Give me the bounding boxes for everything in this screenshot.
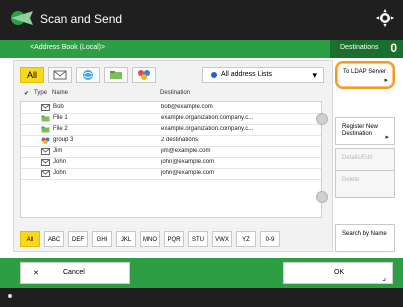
delete-button[interactable]: Delete [335,170,395,198]
corner-arrow-icon: ⌟ [382,273,386,282]
row-name: Jim [53,148,63,154]
address-list-select-value: All address Lists [221,71,272,78]
header-name[interactable]: Name [52,90,68,96]
table-header: ✔ Type Name Destination [20,88,320,100]
folder-icon [110,71,122,79]
alpha-def[interactable]: DEF [68,231,88,247]
alpha-0-9[interactable]: 0-9 [260,231,280,247]
email-icon [41,159,50,166]
status-bar [0,288,403,307]
app-title: Scan and Send [40,12,123,26]
row-destination: jim@example.com [161,148,211,154]
scrollbar[interactable] [316,101,328,216]
row-name: Bob [53,104,64,110]
row-name: John [53,159,67,165]
alpha-stu[interactable]: STU [188,231,208,247]
row-destination: 2 destinations [161,137,199,143]
list-indicator [211,72,217,78]
tab-all[interactable]: All [20,67,44,83]
address-list-select[interactable]: All address Lists ▾ [202,67,324,83]
search-by-name-button[interactable]: Search by Name [335,224,395,252]
email-icon [41,170,50,177]
arrow-icon: ▸ [385,134,389,141]
scan-send-logo-icon [11,11,33,25]
tab-internet-fax[interactable] [76,67,100,83]
globe-icon [83,70,93,80]
email-icon [53,70,67,80]
alpha-all[interactable]: All [20,231,40,247]
row-destination: john@example.com [161,159,215,165]
tab-all-label: All [26,70,38,80]
table-row[interactable]: John john@example.com [21,168,321,180]
title-bar: Scan and Send [0,0,403,40]
row-destination: bob@example.com [161,104,213,110]
alphabet-tabs: All ABC DEF GHI JKL MNO PQR STU VWX YZ 0… [20,231,320,247]
action-bar: ✕ Cancel OK ⌟ [0,258,403,288]
to-ldap-server-label: To LDAP Server [343,69,386,75]
gear-icon[interactable] [375,8,395,28]
alpha-abc[interactable]: ABC [44,231,64,247]
address-book-panel: All All address Lists ▾ ✔ Type Name Dest… [13,60,333,252]
alpha-mno[interactable]: MNO [140,231,160,247]
to-ldap-server-button[interactable]: To LDAP Server ▸ [335,61,395,89]
ok-button[interactable]: OK ⌟ [283,262,393,284]
row-destination: john@example.com [161,170,215,176]
check-icon: ✔ [24,91,30,97]
cancel-button[interactable]: ✕ Cancel [20,262,130,284]
folder-icon [41,115,50,122]
alpha-pqr[interactable]: PQR [164,231,184,247]
address-book-bar: <Address Book (Local)> Destinations 0 [0,40,403,58]
alpha-yz[interactable]: YZ [236,231,256,247]
destinations-counter[interactable]: Destinations 0 [330,40,403,58]
tab-email[interactable] [48,67,72,83]
scroll-down-button[interactable] [316,191,328,203]
email-icon [41,104,50,111]
cancel-label: Cancel [63,269,85,276]
ok-label: OK [334,269,345,276]
chevron-down-icon: ▾ [312,70,317,80]
row-name: group 3 [53,137,74,143]
address-table: Bob bob@example.com File 1 example.organ… [20,101,322,218]
tab-file[interactable] [104,67,128,83]
search-by-name-label: Search by Name [342,231,387,237]
header-destination[interactable]: Destination [160,90,190,96]
folder-icon [41,126,50,133]
destinations-count: 0 [390,41,397,55]
alpha-jkl[interactable]: JKL [116,231,136,247]
scroll-up-button[interactable] [316,113,328,125]
row-destination: example.organization.company.c... [161,126,254,132]
row-name: File 1 [53,115,68,121]
destinations-label: Destinations [340,44,379,51]
status-dot [8,294,12,298]
arrow-icon: ▸ [384,77,388,84]
email-icon [41,148,50,155]
register-new-destination-label: Register New Destination [342,124,379,137]
group-icon [41,137,50,144]
tab-group[interactable] [132,67,156,83]
row-name: John [53,170,67,176]
address-book-label: <Address Book (Local)> [30,44,106,51]
group-icon [138,70,150,80]
row-name: File 2 [53,126,68,132]
delete-label: Delete [342,177,360,183]
close-icon: ✕ [33,270,39,277]
header-type[interactable]: Type [34,90,47,96]
alpha-ghi[interactable]: GHI [92,231,112,247]
register-new-destination-button[interactable]: Register New Destination ▸ [335,117,395,145]
alpha-vwx[interactable]: VWX [212,231,232,247]
row-destination: example.organization.company.c... [161,115,254,121]
details-edit-label: Details/Edit [342,155,373,161]
